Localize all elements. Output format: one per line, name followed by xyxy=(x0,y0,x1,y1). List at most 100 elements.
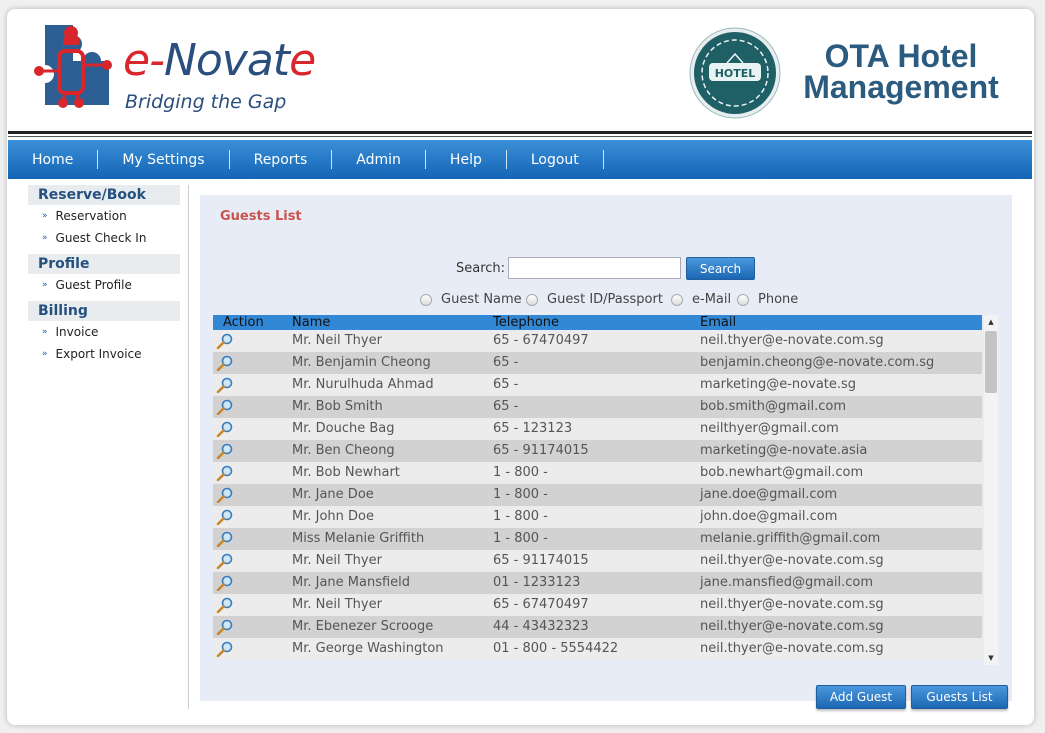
cell-name: Mr. Ebenezer Scrooge xyxy=(292,619,434,634)
cell-telephone: 1 - 800 - xyxy=(493,509,548,524)
sidebar-section-billing: Billing xyxy=(28,301,180,321)
cell-telephone: 01 - 800 - 5554422 xyxy=(493,641,619,656)
app-title: OTA Hotel Management xyxy=(785,40,1017,103)
cell-telephone: 65 - xyxy=(493,377,519,392)
cell-email: john.doe@gmail.com xyxy=(700,509,838,524)
view-guest-icon[interactable] xyxy=(216,465,234,482)
sidebar-item-reservation[interactable]: » Reservation xyxy=(28,205,180,227)
scroll-up-icon[interactable]: ▲ xyxy=(984,315,998,329)
view-guest-icon[interactable] xyxy=(216,509,234,526)
view-guest-icon[interactable] xyxy=(216,333,234,350)
table-row: Mr. Bob Newhart 1 - 800 - bob.newhart@gmai… xyxy=(213,462,982,484)
view-guest-icon[interactable] xyxy=(216,377,234,394)
table-row: Mr. Ben Cheong 65 - 91174015 marketing@e-n… xyxy=(213,440,982,462)
cell-name: Mr. Neil Thyer xyxy=(292,553,382,568)
sidebar: Reserve/Book » Reservation » Guest Check I… xyxy=(28,185,180,365)
sidebar-divider xyxy=(188,185,189,709)
guests-list-button[interactable]: Guests List xyxy=(911,685,1008,709)
cell-name: Miss Melanie Griffith xyxy=(292,531,425,546)
cell-name: Mr. Bob Newhart xyxy=(292,465,400,480)
search-filter-options: Guest Name Guest ID/Passport e-Mail Phon… xyxy=(200,292,1012,308)
view-guest-icon[interactable] xyxy=(216,421,234,438)
column-name: Name xyxy=(292,315,331,330)
bullet-icon: » xyxy=(42,327,48,337)
view-guest-icon[interactable] xyxy=(216,641,234,658)
nav-reports[interactable]: Reports xyxy=(230,150,333,169)
nav-admin[interactable]: Admin xyxy=(332,150,426,169)
nav-help[interactable]: Help xyxy=(426,150,507,169)
logo-tagline: Bridging the Gap xyxy=(125,91,287,113)
cell-telephone: 65 - 67470497 xyxy=(493,597,589,612)
cell-email: melanie.griffith@gmail.com xyxy=(700,531,881,546)
table-row: Mr. Neil Thyer 65 - 67470497 neil.thyer@e-… xyxy=(213,594,982,616)
table-row: Mr. Jane Doe 1 - 800 - jane.doe@gmail.com xyxy=(213,484,982,506)
header-divider xyxy=(8,131,1032,134)
table-row: Mr. Ebenezer Scrooge 44 - 43432323 neil.th… xyxy=(213,616,982,638)
table-row: Mr. George Washington 01 - 800 - 5554422 n… xyxy=(213,638,982,660)
scroll-thumb[interactable] xyxy=(985,331,997,393)
nav-logout[interactable]: Logout xyxy=(507,150,604,169)
view-guest-icon[interactable] xyxy=(216,575,234,592)
add-guest-button[interactable]: Add Guest xyxy=(816,685,906,709)
cell-email: marketing@e-novate.asia xyxy=(700,443,868,458)
sidebar-item-invoice[interactable]: » Invoice xyxy=(28,321,180,343)
cell-email: bob.newhart@gmail.com xyxy=(700,465,864,480)
sidebar-section-profile: Profile xyxy=(28,254,180,274)
cell-name: Mr. Ben Cheong xyxy=(292,443,395,458)
cell-email: neil.thyer@e-novate.com.sg xyxy=(700,553,884,568)
cell-telephone: 65 - xyxy=(493,399,519,414)
radio-phone[interactable]: Phone xyxy=(737,292,798,307)
sidebar-item-guest-check-in[interactable]: » Guest Check In xyxy=(28,227,180,249)
nav-home[interactable]: Home xyxy=(8,150,99,169)
cell-name: Mr. Douche Bag xyxy=(292,421,395,436)
radio-guest-id[interactable]: Guest ID/Passport xyxy=(526,292,663,307)
cell-email: neil.thyer@e-novate.com.sg xyxy=(700,619,884,634)
view-guest-icon[interactable] xyxy=(216,531,234,548)
view-guest-icon[interactable] xyxy=(216,355,234,372)
table-row: Mr. Nurulhuda Ahmad 65 - marketing@e-novat… xyxy=(213,374,982,396)
guests-table: Action Name Telephone Email Mr. Neil Thy… xyxy=(213,315,998,665)
cell-name: Mr. Benjamin Cheong xyxy=(292,355,431,370)
column-telephone: Telephone xyxy=(493,315,560,330)
table-row: Mr. Neil Thyer 65 - 67470497 neil.thyer@e-… xyxy=(213,330,982,352)
cell-name: Mr. Bob Smith xyxy=(292,399,383,414)
view-guest-icon[interactable] xyxy=(216,443,234,460)
view-guest-icon[interactable] xyxy=(216,597,234,614)
table-header: Action Name Telephone Email xyxy=(213,315,982,330)
cell-name: Mr. George Washington xyxy=(292,641,444,656)
scroll-down-icon[interactable]: ▼ xyxy=(984,651,998,665)
cell-telephone: 44 - 43432323 xyxy=(493,619,589,634)
main-nav: Home My Settings Reports Admin Help Logo… xyxy=(8,140,1032,179)
cell-name: Mr. John Doe xyxy=(292,509,374,524)
cell-telephone: 01 - 1233123 xyxy=(493,575,581,590)
radio-email[interactable]: e-Mail xyxy=(671,292,731,307)
table-scrollbar[interactable]: ▲ ▼ xyxy=(984,315,998,665)
view-guest-icon[interactable] xyxy=(216,619,234,636)
view-guest-icon[interactable] xyxy=(216,487,234,504)
radio-guest-name[interactable]: Guest Name xyxy=(420,292,522,307)
cell-telephone: 65 - 67470497 xyxy=(493,333,589,348)
header-divider-thin xyxy=(8,136,1032,137)
search-input[interactable] xyxy=(508,257,681,279)
hotel-badge-icon: HOTEL xyxy=(689,27,781,123)
cell-telephone: 1 - 800 - xyxy=(493,487,548,502)
hotel-badge-text: HOTEL xyxy=(715,67,756,80)
header: e-Novate Bridging the Gap HOTEL OTA Hote… xyxy=(7,9,1034,131)
cell-email: jane.mansfied@gmail.com xyxy=(700,575,874,590)
table-row: Mr. Bob Smith 65 - bob.smith@gmail.com xyxy=(213,396,982,418)
search-button[interactable]: Search xyxy=(686,257,755,280)
bullet-icon: » xyxy=(42,280,48,290)
nav-my-settings[interactable]: My Settings xyxy=(98,150,230,169)
table-row: Mr. Douche Bag 65 - 123123 neilthyer@gmail… xyxy=(213,418,982,440)
view-guest-icon[interactable] xyxy=(216,399,234,416)
cell-email: neil.thyer@e-novate.com.sg xyxy=(700,333,884,348)
cell-email: benjamin.cheong@e-novate.com.sg xyxy=(700,355,935,370)
cell-email: neilthyer@gmail.com xyxy=(700,421,839,436)
table-row: Mr. Neil Thyer 65 - 91174015 neil.thyer@e-… xyxy=(213,550,982,572)
cell-telephone: 65 - 91174015 xyxy=(493,553,589,568)
sidebar-item-guest-profile[interactable]: » Guest Profile xyxy=(28,274,180,296)
cell-name: Mr. Nurulhuda Ahmad xyxy=(292,377,434,392)
view-guest-icon[interactable] xyxy=(216,553,234,570)
sidebar-item-export-invoice[interactable]: » Export Invoice xyxy=(28,343,180,365)
cell-email: neil.thyer@e-novate.com.sg xyxy=(700,597,884,612)
